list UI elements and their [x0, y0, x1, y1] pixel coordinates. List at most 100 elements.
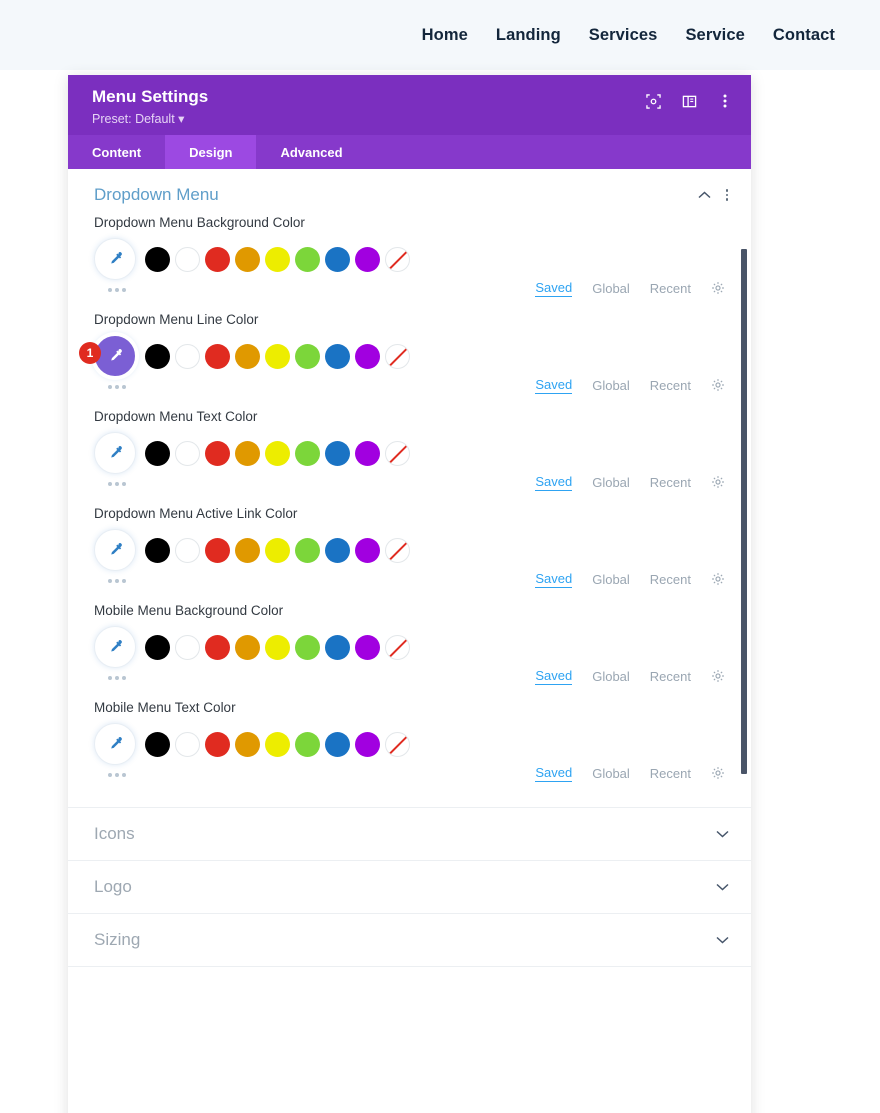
- layout-panel-icon[interactable]: [681, 93, 697, 109]
- tab-global[interactable]: Global: [592, 281, 630, 296]
- swatch-red[interactable]: [205, 634, 230, 660]
- swatch-green[interactable]: [295, 440, 320, 466]
- swatch-no-color[interactable]: [385, 537, 410, 563]
- eyedropper-button[interactable]: [94, 432, 136, 474]
- swatch-orange[interactable]: [235, 731, 260, 757]
- swatch-white[interactable]: [175, 246, 200, 272]
- section-kebab-menu-icon[interactable]: [725, 189, 729, 201]
- swatch-yellow[interactable]: [265, 343, 290, 369]
- swatch-red[interactable]: [205, 246, 230, 272]
- swatch-orange[interactable]: [235, 246, 260, 272]
- section-dropdown-menu-header[interactable]: Dropdown Menu: [68, 169, 751, 215]
- tab-saved[interactable]: Saved: [535, 668, 573, 685]
- gear-icon[interactable]: [711, 572, 725, 586]
- eyedropper-button[interactable]: [94, 238, 136, 280]
- swatch-green[interactable]: [295, 246, 320, 272]
- swatch-yellow[interactable]: [265, 440, 290, 466]
- swatch-orange[interactable]: [235, 634, 260, 660]
- chevron-down-icon[interactable]: [715, 880, 729, 894]
- eyedropper-button[interactable]: [94, 626, 136, 668]
- swatch-purple[interactable]: [355, 343, 380, 369]
- swatch-black[interactable]: [145, 731, 170, 757]
- tab-global[interactable]: Global: [592, 766, 630, 781]
- nav-link-services[interactable]: Services: [589, 26, 658, 45]
- tab-recent[interactable]: Recent: [650, 281, 691, 296]
- tab-global[interactable]: Global: [592, 475, 630, 490]
- chevron-up-icon[interactable]: [697, 188, 711, 202]
- tab-recent[interactable]: Recent: [650, 378, 691, 393]
- swatch-orange[interactable]: [235, 440, 260, 466]
- tab-recent[interactable]: Recent: [650, 475, 691, 490]
- chevron-down-icon[interactable]: [715, 933, 729, 947]
- tab-recent[interactable]: Recent: [650, 766, 691, 781]
- scrollbar-track[interactable]: [741, 169, 749, 1113]
- swatch-no-color[interactable]: [385, 731, 410, 757]
- swatch-yellow[interactable]: [265, 537, 290, 563]
- swatch-black[interactable]: [145, 634, 170, 660]
- preset-selector[interactable]: Preset: Default ▾: [92, 110, 208, 128]
- swatch-white[interactable]: [175, 343, 200, 369]
- swatch-blue[interactable]: [325, 343, 350, 369]
- gear-icon[interactable]: [711, 281, 725, 295]
- swatch-purple[interactable]: [355, 246, 380, 272]
- swatch-green[interactable]: [295, 634, 320, 660]
- swatch-green[interactable]: [295, 731, 320, 757]
- eyedropper-button[interactable]: [94, 529, 136, 571]
- swatch-orange[interactable]: [235, 343, 260, 369]
- swatch-purple[interactable]: [355, 537, 380, 563]
- swatch-yellow[interactable]: [265, 731, 290, 757]
- tab-global[interactable]: Global: [592, 572, 630, 587]
- tab-global[interactable]: Global: [592, 378, 630, 393]
- swatch-purple[interactable]: [355, 634, 380, 660]
- swatch-red[interactable]: [205, 440, 230, 466]
- nav-link-service[interactable]: Service: [685, 26, 744, 45]
- tab-advanced[interactable]: Advanced: [256, 135, 366, 169]
- swatch-purple[interactable]: [355, 440, 380, 466]
- gear-icon[interactable]: [711, 475, 725, 489]
- nav-link-contact[interactable]: Contact: [773, 26, 835, 45]
- tab-saved[interactable]: Saved: [535, 571, 573, 588]
- swatch-no-color[interactable]: [385, 246, 410, 272]
- swatch-purple[interactable]: [355, 731, 380, 757]
- swatch-yellow[interactable]: [265, 634, 290, 660]
- focus-icon[interactable]: [645, 93, 661, 109]
- swatch-no-color[interactable]: [385, 440, 410, 466]
- swatch-white[interactable]: [175, 731, 200, 757]
- tab-content[interactable]: Content: [68, 135, 165, 169]
- gear-icon[interactable]: [711, 669, 725, 683]
- swatch-blue[interactable]: [325, 731, 350, 757]
- swatch-green[interactable]: [295, 343, 320, 369]
- swatch-no-color[interactable]: [385, 343, 410, 369]
- tab-saved[interactable]: Saved: [535, 280, 573, 297]
- tab-saved[interactable]: Saved: [535, 765, 573, 782]
- swatch-blue[interactable]: [325, 246, 350, 272]
- swatch-orange[interactable]: [235, 537, 260, 563]
- swatch-black[interactable]: [145, 246, 170, 272]
- swatch-white[interactable]: [175, 634, 200, 660]
- swatch-red[interactable]: [205, 343, 230, 369]
- tab-saved[interactable]: Saved: [535, 377, 573, 394]
- swatch-red[interactable]: [205, 537, 230, 563]
- scrollbar-thumb[interactable]: [741, 249, 747, 774]
- tab-design[interactable]: Design: [165, 135, 257, 169]
- tab-recent[interactable]: Recent: [650, 669, 691, 684]
- gear-icon[interactable]: [711, 378, 725, 392]
- swatch-yellow[interactable]: [265, 246, 290, 272]
- swatch-red[interactable]: [205, 731, 230, 757]
- swatch-white[interactable]: [175, 537, 200, 563]
- nav-link-home[interactable]: Home: [422, 26, 468, 45]
- tab-saved[interactable]: Saved: [535, 474, 573, 491]
- eyedropper-button[interactable]: [94, 723, 136, 765]
- swatch-white[interactable]: [175, 440, 200, 466]
- swatch-black[interactable]: [145, 343, 170, 369]
- chevron-down-icon[interactable]: [715, 827, 729, 841]
- swatch-black[interactable]: [145, 440, 170, 466]
- kebab-menu-icon[interactable]: [717, 93, 733, 109]
- swatch-blue[interactable]: [325, 634, 350, 660]
- tab-recent[interactable]: Recent: [650, 572, 691, 587]
- swatch-blue[interactable]: [325, 537, 350, 563]
- swatch-no-color[interactable]: [385, 634, 410, 660]
- swatch-black[interactable]: [145, 537, 170, 563]
- section-logo[interactable]: Logo: [68, 861, 751, 914]
- section-sizing[interactable]: Sizing: [68, 914, 751, 967]
